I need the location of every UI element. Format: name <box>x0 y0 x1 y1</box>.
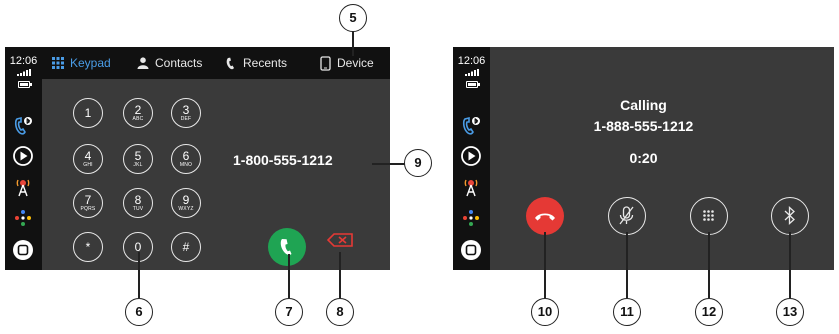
clock-time: 12:06 <box>9 55 38 67</box>
key-letters: TUV <box>132 206 144 212</box>
key-digit: 7 <box>84 193 92 207</box>
leader-line <box>372 163 405 165</box>
callout-9: 9 <box>404 149 432 177</box>
keypad-key-3[interactable]: 3 DEF <box>171 98 201 128</box>
radio-tower-icon[interactable] <box>12 176 34 198</box>
keypad-key-4[interactable]: 4 GHI <box>73 144 103 174</box>
leader-line <box>626 232 628 298</box>
keypad-key-star[interactable]: * <box>73 232 103 262</box>
tab-keypad-label: Keypad <box>70 56 111 70</box>
dialed-number: 1-800-555-1212 <box>233 152 333 168</box>
bluetooth-icon <box>784 206 795 225</box>
key-digit: 1 <box>84 106 92 120</box>
key-letters: DEF <box>180 116 192 122</box>
keypad-icon <box>703 210 714 221</box>
keypad-key-9[interactable]: 9 WXYZ <box>171 188 201 218</box>
key-letters: MNO <box>179 162 193 168</box>
key-digit: 3 <box>182 103 190 117</box>
status-sidebar: 12:06 <box>5 47 42 270</box>
tab-device-label: Device <box>337 56 374 70</box>
end-call-button[interactable] <box>526 197 564 235</box>
leader-line <box>352 30 354 56</box>
backspace-icon[interactable] <box>327 233 353 247</box>
leader-line <box>138 252 140 298</box>
callout-5: 5 <box>339 4 367 32</box>
keypad-button[interactable] <box>690 197 728 235</box>
key-digit: 6 <box>182 149 190 163</box>
tab-bar: Keypad Contacts Recents Device <box>42 47 390 79</box>
key-letters: JKL <box>133 162 143 168</box>
signal-icon <box>17 69 31 76</box>
call-number: 1-888-555-1212 <box>593 118 694 134</box>
bluetooth-audio-button[interactable] <box>771 197 809 235</box>
key-digit: 5 <box>134 149 142 163</box>
call-status: Calling <box>620 97 667 113</box>
phone-keypad-screen: 12:06 Keypad Contacts Recents Device 1 2… <box>5 47 390 270</box>
leader-line <box>339 252 341 298</box>
play-icon[interactable] <box>12 145 34 167</box>
call-duration: 0:20 <box>629 150 658 166</box>
tab-contacts[interactable]: Contacts <box>137 47 202 79</box>
key-letters: ABC <box>132 116 144 122</box>
device-phone-icon <box>320 55 331 71</box>
tab-recents[interactable]: Recents <box>225 47 287 79</box>
callout-7: 7 <box>275 298 303 326</box>
leader-line <box>789 232 791 298</box>
end-call-icon <box>535 213 555 221</box>
key-digit: 9 <box>182 193 190 207</box>
mute-button[interactable] <box>608 197 646 235</box>
callout-11: 11 <box>613 298 641 326</box>
keypad-key-8[interactable]: 8 TUV <box>123 188 153 218</box>
tab-contacts-label: Contacts <box>155 56 203 70</box>
keypad-key-hash[interactable]: # <box>171 232 201 262</box>
key-digit: # <box>182 240 190 254</box>
phone-bluetooth-icon[interactable] <box>12 115 34 137</box>
call-button[interactable] <box>268 228 306 266</box>
clock-time: 12:06 <box>457 55 486 67</box>
callout-8: 8 <box>326 298 354 326</box>
keypad-key-2[interactable]: 2 ABC <box>123 98 153 128</box>
tab-keypad[interactable]: Keypad <box>52 47 111 79</box>
apps-dots-icon[interactable] <box>460 207 482 229</box>
callout-13: 13 <box>776 298 804 326</box>
keypad-key-7[interactable]: 7 PQRS <box>73 188 103 218</box>
home-button-icon[interactable] <box>460 239 482 261</box>
keypad-icon <box>52 57 64 69</box>
leader-line <box>544 232 546 298</box>
apps-dots-icon[interactable] <box>12 207 34 229</box>
callout-6: 6 <box>125 298 153 326</box>
radio-tower-icon[interactable] <box>460 176 482 198</box>
tab-device[interactable]: Device <box>320 47 374 79</box>
battery-icon <box>18 81 32 88</box>
phone-handset-icon <box>280 239 292 255</box>
key-digit: 2 <box>134 103 142 117</box>
battery-icon <box>466 81 480 88</box>
mute-icon <box>619 206 634 225</box>
leader-line <box>708 232 710 298</box>
keypad-key-5[interactable]: 5 JKL <box>123 144 153 174</box>
callout-12: 12 <box>695 298 723 326</box>
person-icon <box>137 57 149 69</box>
key-letters: WXYZ <box>178 206 194 212</box>
key-digit: 4 <box>84 149 92 163</box>
leader-line <box>288 254 290 298</box>
callout-10: 10 <box>531 298 559 326</box>
phone-calling-screen: 12:06 Calling 1-888-555-1212 0:20 <box>453 47 834 270</box>
tab-recents-label: Recents <box>243 56 288 70</box>
phone-handset-icon <box>226 57 234 69</box>
key-digit: 8 <box>134 193 142 207</box>
home-button-icon[interactable] <box>12 239 34 261</box>
signal-icon <box>465 69 479 76</box>
key-digit: * <box>85 240 91 254</box>
keypad-key-6[interactable]: 6 MNO <box>171 144 201 174</box>
key-letters: GHI <box>83 162 93 168</box>
keypad-key-1[interactable]: 1 <box>73 98 103 128</box>
key-letters: PQRS <box>80 206 96 212</box>
